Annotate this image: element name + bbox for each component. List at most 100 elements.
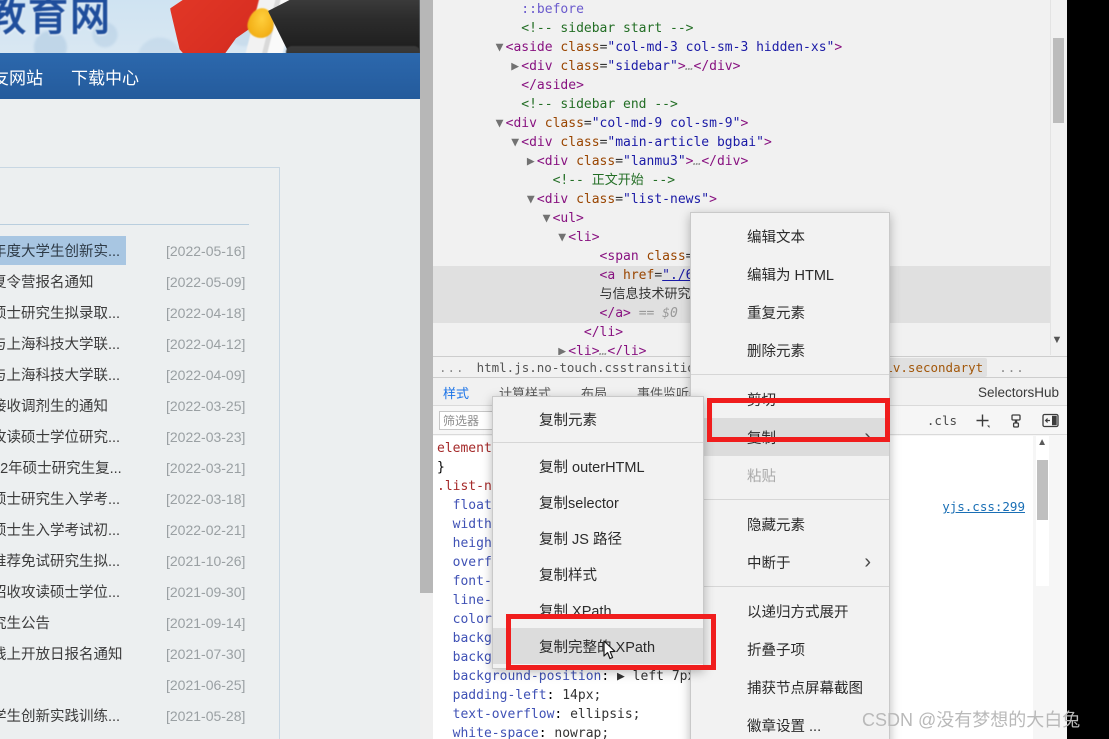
context-menu-item[interactable]: 剪切	[691, 380, 889, 418]
dom-node-line[interactable]: ::before	[433, 0, 1050, 19]
expand-arrow-down-icon[interactable]: ▼	[527, 190, 537, 209]
dom-node-line[interactable]: ▼ <div class="main-article bgbai">	[433, 133, 1050, 152]
sidebar-toggle-icon[interactable]	[1041, 412, 1059, 430]
paintbrush-icon[interactable]	[1007, 412, 1025, 430]
spacer-icon	[574, 323, 584, 342]
context-menu-item[interactable]: 编辑文本	[691, 217, 889, 255]
news-date: [2022-03-21]	[166, 459, 246, 476]
news-row[interactable]: 夏令营报名通知 [2022-05-09]	[0, 266, 420, 297]
spacer-icon	[590, 266, 600, 285]
news-title[interactable]: 硕士研究生拟录取...	[0, 302, 120, 323]
dom-node-line[interactable]: ▶ <div class="lanmu3">…</div>	[433, 152, 1050, 171]
news-row[interactable]: [2021-06-25]	[0, 669, 420, 700]
news-row[interactable]: 与上海科技大学联... [2022-04-12]	[0, 328, 420, 359]
styles-scrollbar[interactable]	[1036, 436, 1049, 586]
news-title[interactable]: 22年硕士研究生复...	[0, 457, 122, 478]
news-row[interactable]: 学生创新实践训练... [2021-05-28]	[0, 700, 420, 731]
dom-node-line[interactable]: ▼ <aside class="col-md-3 col-sm-3 hidden-…	[433, 38, 1050, 57]
breadcrumb-item-3[interactable]: div.secondaryt	[873, 357, 988, 377]
news-title[interactable]: 招收攻读硕士学位...	[0, 581, 120, 602]
news-title[interactable]: 推荐免试研究生拟...	[0, 550, 120, 571]
context-menu-item[interactable]: 隐藏元素	[691, 505, 889, 543]
news-row[interactable]: 22年硕士研究生复... [2022-03-21]	[0, 452, 420, 483]
news-date: [2022-04-12]	[166, 335, 246, 352]
expand-arrow-down-icon[interactable]: ▼	[496, 114, 506, 133]
dom-tree-scroll-down-icon[interactable]: ▼	[1050, 330, 1064, 350]
breadcrumb-item-0[interactable]: html.js.no-touch.csstransitions	[477, 360, 710, 375]
news-title[interactable]: 夏令营报名通知	[0, 271, 94, 292]
copy-submenu-item[interactable]: 复制完整的 XPath	[493, 628, 703, 664]
context-menu-item[interactable]: 编辑为 HTML	[691, 255, 889, 293]
expand-arrow-down-icon[interactable]: ▼	[543, 209, 553, 228]
nav-item-1[interactable]: 下载中心	[71, 64, 139, 89]
cls-button[interactable]: .cls	[927, 413, 957, 428]
news-title[interactable]: 与上海科技大学联...	[0, 333, 120, 354]
news-row[interactable]: 年度大学生创新实... [2022-05-16]	[0, 235, 420, 266]
dom-node-line[interactable]: <!-- sidebar end -->	[433, 95, 1050, 114]
context-menu-item[interactable]: 折叠子项	[691, 630, 889, 668]
styles-scroll-up-icon[interactable]: ▲	[1037, 437, 1047, 448]
nav-item-0[interactable]: 友网站	[0, 64, 43, 89]
breadcrumb-overflow-left-icon[interactable]: ...	[439, 360, 465, 375]
news-title[interactable]: 学生创新实践训练...	[0, 705, 120, 726]
news-title[interactable]: 年度大学生创新实...	[0, 236, 127, 265]
news-row[interactable]: 推荐免试研究生拟... [2021-10-26]	[0, 545, 420, 576]
news-row[interactable]: 攻读硕士学位研究... [2022-03-23]	[0, 421, 420, 452]
styles-scroll-thumb[interactable]	[1037, 460, 1048, 520]
dom-node-line[interactable]: ▼ <div class="col-md-9 col-sm-9">	[433, 114, 1050, 133]
copy-submenu[interactable]: 复制元素 复制 outerHTML 复制selector 复制 JS 路径 复制样式 复制…	[492, 396, 704, 669]
news-row[interactable]: 接收调剂生的通知 [2022-03-25]	[0, 390, 420, 421]
dom-node-line[interactable]: ▼ <div class="list-news">	[433, 190, 1050, 209]
breadcrumb-overflow-right-icon[interactable]: ...	[999, 360, 1025, 375]
dom-node-line[interactable]: ▶ <div class="sidebar">…</div>	[433, 57, 1050, 76]
dom-node-line[interactable]: </aside>	[433, 76, 1050, 95]
dom-tree-scroll-thumb[interactable]	[1053, 38, 1064, 123]
news-row[interactable]: 与上海科技大学联... [2022-04-09]	[0, 359, 420, 390]
context-menu-item-label: 粘贴	[747, 468, 776, 485]
expand-arrow-down-icon[interactable]: ▼	[558, 228, 568, 247]
news-list: 年度大学生创新实... [2022-05-16] 夏令营报名通知 [2022-05-0…	[0, 235, 420, 731]
context-menu-item[interactable]: 捕获节点屏幕截图	[691, 668, 889, 706]
news-title[interactable]: 究生公告	[0, 612, 50, 633]
context-menu-item[interactable]: 以递归方式展开	[691, 592, 889, 630]
context-menu-item[interactable]: 复制 ›	[691, 418, 889, 456]
news-date: [2021-09-14]	[166, 614, 246, 631]
context-menu-item[interactable]: 重复元素	[691, 293, 889, 331]
expand-arrow-right-icon[interactable]: ▶	[511, 57, 521, 76]
css-source-link[interactable]: yjs.css:299	[942, 499, 1025, 514]
copy-submenu-item[interactable]: 复制 outerHTML	[493, 448, 703, 484]
styles-tab-0[interactable]: 样式	[436, 379, 476, 411]
dom-node-line[interactable]: <!-- 正文开始 -->	[433, 171, 1050, 190]
news-row[interactable]: 硕士生入学考试初... [2022-02-21]	[0, 514, 420, 545]
news-row[interactable]: 硕士研究生拟录取... [2022-04-18]	[0, 297, 420, 328]
news-row[interactable]: 招收攻读硕士学位... [2021-09-30]	[0, 576, 420, 607]
context-menu-item[interactable]: 删除元素	[691, 331, 889, 369]
copy-submenu-item[interactable]: 复制元素	[493, 401, 703, 437]
copy-submenu-item[interactable]: 复制样式	[493, 556, 703, 592]
news-row[interactable]: 硕士研究生入学考... [2022-03-18]	[0, 483, 420, 514]
news-title[interactable]: 线上开放日报名通知	[0, 643, 123, 664]
dom-context-menu[interactable]: 编辑文本 编辑为 HTML 重复元素 删除元素剪切 复制 › 粘贴隐藏元素 中断于 › 以递归方式…	[690, 212, 890, 739]
copy-submenu-item[interactable]: 复制selector	[493, 484, 703, 520]
news-title[interactable]: 与上海科技大学联...	[0, 364, 120, 385]
screenshot-root: 教育网 友网站 下载中心 年度大学生创新实... [2022-05-16] 夏令营报…	[0, 0, 1109, 739]
dom-node-line[interactable]: <!-- sidebar start -->	[433, 19, 1050, 38]
expand-arrow-right-icon[interactable]: ▶	[527, 152, 537, 171]
copy-submenu-item[interactable]: 复制 XPath	[493, 592, 703, 628]
expand-arrow-down-icon[interactable]: ▼	[511, 133, 521, 152]
news-title[interactable]: 接收调剂生的通知	[0, 395, 108, 416]
news-title[interactable]: 硕士生入学考试初...	[0, 519, 120, 540]
plus-icon[interactable]	[973, 412, 991, 430]
news-row[interactable]: 线上开放日报名通知 [2021-07-30]	[0, 638, 420, 669]
expand-arrow-right-icon[interactable]: ▶	[558, 342, 568, 355]
dom-tree-scrollbar[interactable]	[1050, 0, 1064, 355]
copy-submenu-item[interactable]: 复制 JS 路径	[493, 520, 703, 556]
news-date: [2022-03-25]	[166, 397, 246, 414]
news-title[interactable]: 硕士研究生入学考...	[0, 488, 120, 509]
context-menu-item[interactable]: 徽章设置 ...	[691, 706, 889, 739]
selectors-hub-label[interactable]: SelectorsHub	[978, 385, 1059, 400]
expand-arrow-down-icon[interactable]: ▼	[496, 38, 506, 57]
news-title[interactable]: 攻读硕士学位研究...	[0, 426, 120, 447]
news-row[interactable]: 究生公告 [2021-09-14]	[0, 607, 420, 638]
context-menu-item[interactable]: 中断于 ›	[691, 543, 889, 581]
